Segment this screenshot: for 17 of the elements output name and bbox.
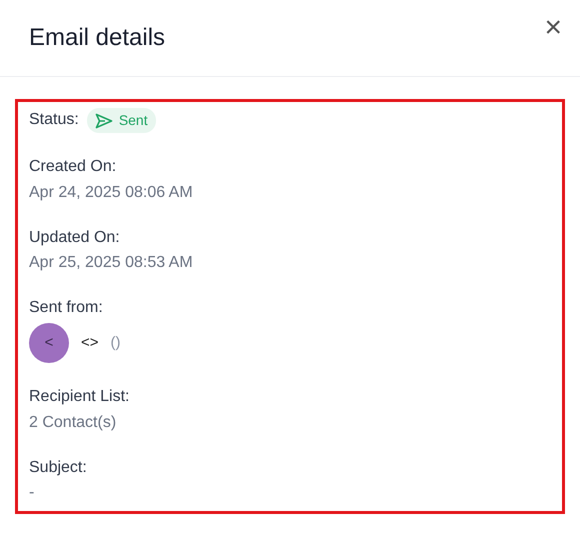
field-label: Updated On: (29, 228, 121, 248)
avatar: < (29, 322, 69, 363)
sender-email: () (110, 332, 121, 353)
status-badge: Sent (86, 108, 156, 133)
field-label: Sent from: (29, 298, 104, 318)
field-label: Subject: (29, 458, 88, 478)
dialog-title: Email details (29, 24, 166, 52)
field-value: Apr 24, 2025 08:06 AM (29, 182, 194, 203)
field-value: 2 Contact(s) (29, 412, 118, 433)
close-button[interactable]: × (540, 13, 566, 43)
field-label: Recipient List: (29, 386, 130, 407)
field-label: Status: (29, 110, 79, 130)
field-value: - (29, 483, 36, 504)
field-label: Created On: (29, 157, 118, 177)
field-value: Apr 25, 2025 08:53 AM (29, 253, 194, 274)
sender-name: <> (81, 332, 99, 353)
send-icon (94, 112, 113, 128)
